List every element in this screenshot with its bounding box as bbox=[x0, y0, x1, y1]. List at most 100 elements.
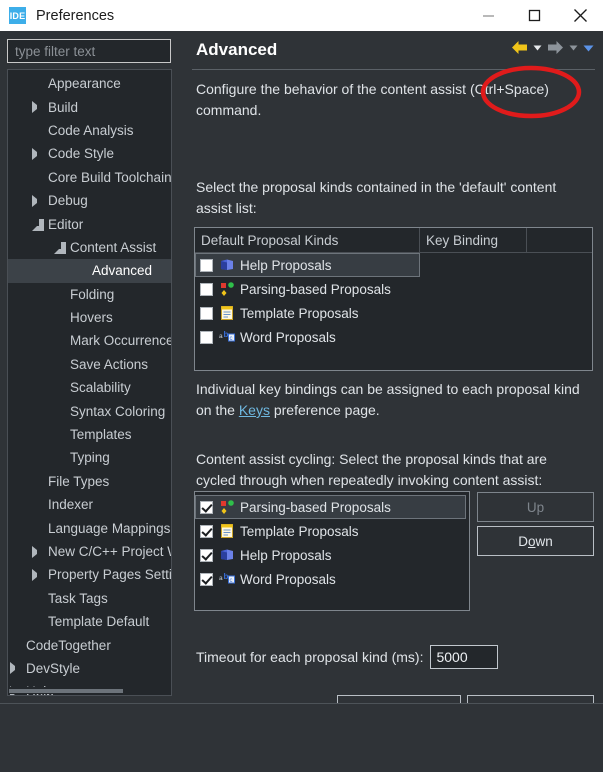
cycling-kind-checkbox[interactable] bbox=[200, 572, 213, 586]
search-input[interactable] bbox=[8, 40, 170, 62]
list-item[interactable]: Help Proposals bbox=[195, 543, 469, 567]
sidebar-item-devstyle[interactable]: DevStyle bbox=[8, 657, 171, 680]
list-item[interactable]: Parsing-based Proposals bbox=[195, 495, 466, 519]
minimize-icon[interactable] bbox=[465, 0, 511, 31]
move-down-button[interactable]: Do wn bbox=[477, 526, 594, 556]
sidebar-item-appearance[interactable]: Appearance bbox=[8, 72, 171, 95]
main-panel: Advanced Configure the behavior of the c… bbox=[182, 31, 603, 723]
sidebar-item-code-analysis[interactable]: Code Analysis bbox=[8, 119, 171, 142]
sidebar-item-label: CodeTogether bbox=[26, 637, 111, 653]
tree-collapsed-triangle-icon[interactable] bbox=[32, 194, 44, 207]
table-row[interactable]: Template Proposals bbox=[195, 301, 592, 325]
column-header-empty[interactable] bbox=[527, 228, 592, 253]
list-item[interactable]: a b c Word Proposals bbox=[195, 567, 469, 591]
parsing-dots-icon bbox=[221, 282, 234, 296]
table-row[interactable]: Help Proposals bbox=[195, 253, 420, 277]
sidebar-item-syntax-coloring[interactable]: Syntax Coloring bbox=[8, 399, 171, 422]
sidebar-item-task-tags[interactable]: Task Tags bbox=[8, 587, 171, 610]
sidebar-item-debug[interactable]: Debug bbox=[8, 189, 171, 212]
page-title: Advanced bbox=[196, 40, 278, 59]
preferences-tree[interactable]: Appearance Build Code Analysis Code Style Co… bbox=[7, 69, 172, 696]
sidebar-item-build[interactable]: Build bbox=[8, 95, 171, 118]
cycling-kind-label: Help Proposals bbox=[240, 547, 332, 563]
sidebar-item-label: Hovers bbox=[70, 310, 113, 326]
view-menu-chevron-down-icon[interactable] bbox=[582, 42, 595, 54]
tree-collapsed-triangle-icon[interactable] bbox=[32, 568, 44, 581]
tree-collapsed-triangle-icon[interactable] bbox=[32, 101, 44, 114]
tree-horizontal-scrollbar[interactable] bbox=[9, 687, 171, 694]
sidebar-item-label: Syntax Coloring bbox=[70, 403, 166, 419]
cycling-kind-checkbox[interactable] bbox=[200, 524, 213, 538]
list-item[interactable]: Template Proposals bbox=[195, 519, 469, 543]
svg-text:b: b bbox=[224, 330, 229, 339]
navigation-toolbar bbox=[510, 39, 595, 56]
sidebar-item-codetogether[interactable]: CodeTogether bbox=[8, 633, 171, 656]
svg-text:b: b bbox=[224, 572, 229, 581]
keys-preference-link[interactable]: Keys bbox=[239, 402, 270, 418]
column-header-key-binding[interactable]: Key Binding bbox=[420, 228, 527, 253]
tree-expanded-triangle-icon[interactable] bbox=[32, 219, 44, 232]
sidebar-item-label: Debug bbox=[48, 193, 88, 209]
sidebar-item-label: Code Style bbox=[48, 146, 115, 162]
sidebar-item-mark-occurrences[interactable]: Mark Occurrences bbox=[8, 329, 171, 352]
sidebar-item-scalability[interactable]: Scalability bbox=[8, 376, 171, 399]
column-header-default-proposal-kinds[interactable]: Default Proposal Kinds bbox=[195, 228, 420, 253]
sidebar-item-label: New C/C++ Project Wizard bbox=[48, 544, 171, 559]
back-arrow-icon[interactable] bbox=[510, 39, 529, 56]
kinds-intro-text: Select the proposal kinds contained in t… bbox=[196, 179, 557, 216]
sidebar-item-content-assist[interactable]: Content Assist bbox=[8, 236, 171, 259]
tree-collapsed-triangle-icon[interactable] bbox=[10, 662, 22, 675]
dialog-body: Appearance Build Code Analysis Code Style Co… bbox=[0, 31, 603, 723]
table-row[interactable]: a b c Word Proposals bbox=[195, 325, 592, 349]
proposal-kind-checkbox[interactable] bbox=[200, 306, 213, 320]
sidebar-item-core-build-toolchain[interactable]: Core Build Toolchain bbox=[8, 166, 171, 189]
forward-arrow-icon[interactable] bbox=[546, 39, 565, 56]
proposal-kind-label: Template Proposals bbox=[240, 305, 359, 321]
tree-expanded-triangle-icon[interactable] bbox=[54, 242, 66, 255]
key-bindings-text: Individual key bindings can be assigned … bbox=[196, 379, 588, 421]
ide-logo-icon: IDE bbox=[9, 7, 26, 24]
table-row[interactable]: Parsing-based Proposals bbox=[195, 277, 592, 301]
proposal-kind-checkbox[interactable] bbox=[200, 282, 213, 296]
sidebar-item-language-mappings[interactable]: Language Mappings bbox=[8, 516, 171, 539]
sidebar-item-hovers[interactable]: Hovers bbox=[8, 306, 171, 329]
sidebar-item-label: Appearance bbox=[48, 76, 121, 92]
forward-dropdown-chevron-down-icon[interactable] bbox=[568, 42, 579, 53]
sidebar-item-new-c-c-project-wizard[interactable]: New C/C++ Project Wizard bbox=[8, 540, 171, 563]
tree-collapsed-triangle-icon[interactable] bbox=[32, 147, 44, 160]
cycling-kind-label: Word Proposals bbox=[240, 571, 336, 587]
sidebar-item-template-default[interactable]: Template Default bbox=[8, 610, 171, 633]
sidebar-item-property-pages-settings[interactable]: Property Pages Settings bbox=[8, 563, 171, 586]
move-up-button[interactable]: Up bbox=[477, 492, 594, 522]
down-label-post: wn bbox=[535, 533, 553, 549]
sidebar-item-save-actions[interactable]: Save Actions bbox=[8, 353, 171, 376]
proposal-kind-label: Help Proposals bbox=[240, 257, 332, 273]
close-icon[interactable] bbox=[557, 0, 603, 31]
sidebar-item-label: Property Pages Settings bbox=[48, 567, 172, 583]
cycling-proposal-kinds-list[interactable]: Parsing-based Proposals Template Proposal… bbox=[194, 491, 470, 611]
proposal-kind-checkbox[interactable] bbox=[200, 258, 213, 272]
back-dropdown-chevron-down-icon[interactable] bbox=[532, 42, 543, 53]
timeout-input[interactable] bbox=[430, 645, 499, 669]
sidebar-item-editor[interactable]: Editor bbox=[8, 212, 171, 235]
title-bar: IDE Preferences bbox=[0, 0, 603, 31]
sidebar-item-file-types[interactable]: File Types bbox=[8, 470, 171, 493]
maximize-icon[interactable] bbox=[511, 0, 557, 31]
sidebar-item-templates[interactable]: Templates bbox=[8, 423, 171, 446]
sidebar-item-code-style[interactable]: Code Style bbox=[8, 142, 171, 165]
sidebar-item-indexer[interactable]: Indexer bbox=[8, 493, 171, 516]
sidebar-item-label: Indexer bbox=[48, 497, 94, 513]
sidebar-item-folding[interactable]: Folding bbox=[8, 283, 171, 306]
cycling-kind-checkbox[interactable] bbox=[200, 500, 213, 514]
proposal-kind-checkbox[interactable] bbox=[200, 330, 213, 344]
proposal-kind-label: Parsing-based Proposals bbox=[240, 281, 391, 297]
default-proposal-kinds-table[interactable]: Default Proposal Kinds Key Binding Help … bbox=[194, 227, 593, 371]
sidebar-item-typing[interactable]: Typing bbox=[8, 446, 171, 469]
tree-collapsed-triangle-icon[interactable] bbox=[32, 545, 44, 558]
page-description: Configure the behavior of the content as… bbox=[196, 81, 549, 118]
sidebar-item-label: Code Analysis bbox=[48, 122, 134, 138]
cycling-kind-label: Parsing-based Proposals bbox=[240, 499, 391, 515]
cycling-kind-checkbox[interactable] bbox=[200, 548, 213, 562]
sidebar-item-advanced[interactable]: Advanced bbox=[8, 259, 171, 283]
filter-box[interactable] bbox=[7, 39, 171, 63]
